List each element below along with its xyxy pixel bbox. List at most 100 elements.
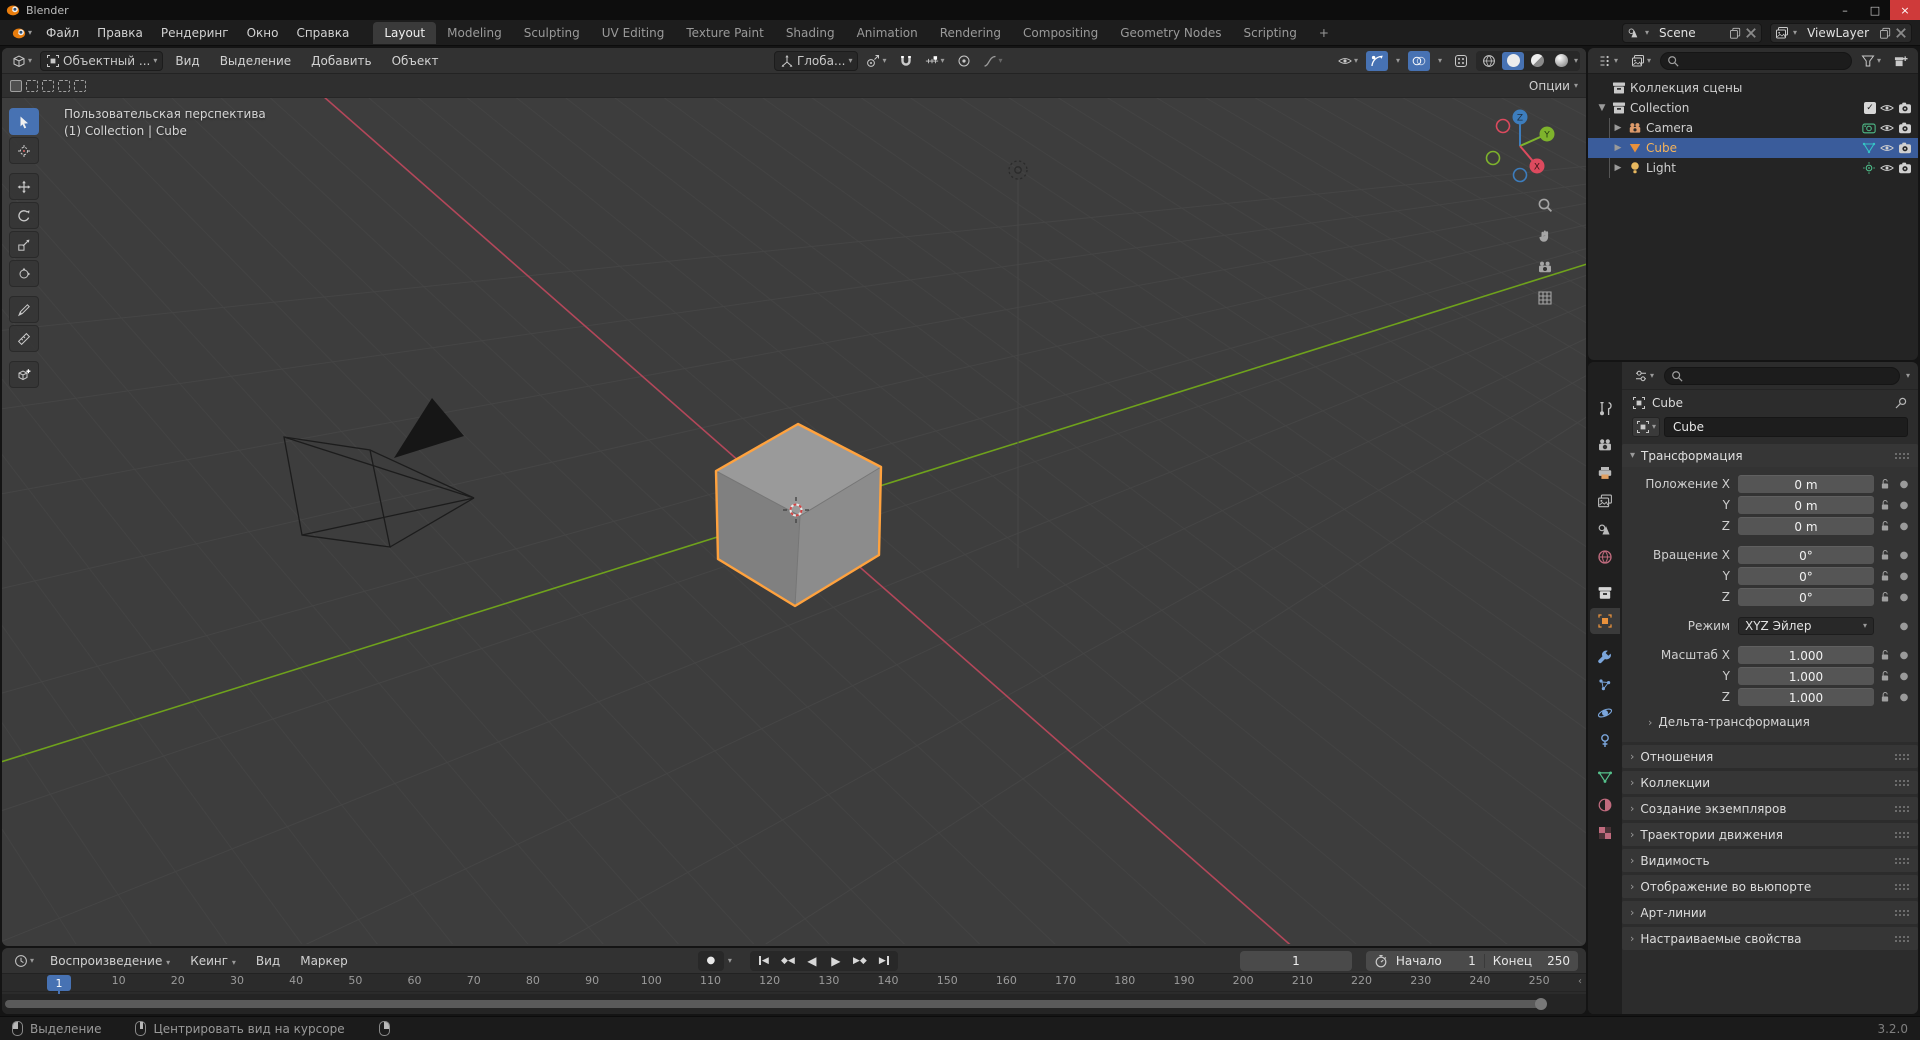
lock-icon[interactable] xyxy=(1879,691,1891,703)
menu-edit[interactable]: Правка xyxy=(89,23,151,43)
gizmo-x-neg-axis[interactable] xyxy=(1495,118,1511,134)
disable-render-icon[interactable] xyxy=(1898,141,1912,155)
location-x-field[interactable]: 0 m xyxy=(1738,475,1874,493)
section-collections[interactable]: › Коллекции xyxy=(1622,771,1918,794)
menu-view[interactable]: Вид xyxy=(167,51,207,71)
outliner-editor-type-button[interactable]: ▾ xyxy=(1594,51,1622,71)
tab-shading[interactable]: Shading xyxy=(775,22,846,44)
scale-y-field[interactable]: 1.000 xyxy=(1738,667,1874,685)
unlink-scene-icon[interactable] xyxy=(1745,27,1757,39)
tab-tool[interactable] xyxy=(1590,396,1620,422)
select-box-tool[interactable] xyxy=(9,108,39,135)
tab-texture[interactable] xyxy=(1590,820,1620,846)
show-overlays-toggle[interactable] xyxy=(1407,50,1430,71)
transform-tool[interactable] xyxy=(9,260,39,287)
camera-view-button[interactable] xyxy=(1534,256,1556,278)
properties-editor[interactable]: ▾ ▾ Cube ▾ Cube ▾ Трансформация Положени… xyxy=(1588,362,1918,1014)
drag-dots-icon[interactable] xyxy=(1894,856,1910,865)
section-relations[interactable]: › Отношения xyxy=(1622,745,1918,768)
row-scene-collection[interactable]: Коллекция сцены xyxy=(1588,78,1918,98)
menu-file[interactable]: Файл xyxy=(38,23,87,43)
navigation-gizmo[interactable]: Z Y X xyxy=(1478,102,1562,186)
menu-select[interactable]: Выделение xyxy=(212,51,299,71)
select-mode-intersect-button[interactable] xyxy=(74,79,86,92)
gizmo-z-neg-axis[interactable] xyxy=(1512,167,1528,183)
animate-dot[interactable]: ● xyxy=(1896,592,1912,603)
auto-keying-record-button[interactable]: ● xyxy=(697,950,724,971)
drag-dots-icon[interactable] xyxy=(1894,882,1910,891)
drag-dots-icon[interactable] xyxy=(1894,934,1910,943)
expand-arrow-icon[interactable]: ▶ xyxy=(1612,163,1624,173)
select-mode-extend-button[interactable] xyxy=(26,79,38,92)
animate-dot[interactable]: ● xyxy=(1896,621,1912,632)
lock-icon[interactable] xyxy=(1879,570,1891,582)
blender-menu-button[interactable]: ▾ xyxy=(8,23,36,43)
tab-modifiers[interactable] xyxy=(1590,644,1620,670)
tab-particles[interactable] xyxy=(1590,672,1620,698)
cursor-tool[interactable] xyxy=(9,137,39,164)
shading-solid-button[interactable] xyxy=(1502,51,1524,70)
timeline-view-menu[interactable]: Вид xyxy=(248,951,288,971)
animate-dot[interactable]: ● xyxy=(1896,671,1912,682)
pan-button[interactable] xyxy=(1534,225,1556,247)
hide-eye-icon[interactable] xyxy=(1880,121,1894,135)
next-keyframe-button[interactable]: ▶◆ xyxy=(849,952,871,969)
previous-keyframe-button[interactable]: ◆◀ xyxy=(777,952,799,969)
pin-icon[interactable] xyxy=(1894,396,1908,410)
move-tool[interactable] xyxy=(9,173,39,200)
timeline-ruler[interactable]: 10 20 30 40 50 60 70 80 90 100 110 120 130 140 150 160 1… xyxy=(2,974,1586,992)
start-frame-field[interactable]: 1 xyxy=(1450,954,1476,968)
rotate-tool[interactable] xyxy=(9,202,39,229)
tab-sculpting[interactable]: Sculpting xyxy=(513,22,591,44)
end-frame-field[interactable]: 250 xyxy=(1540,954,1570,968)
select-mode-subtract-button[interactable] xyxy=(42,79,54,92)
outliner-filter-button[interactable]: ▾ xyxy=(1857,51,1885,71)
drag-dots-icon[interactable] xyxy=(1894,830,1910,839)
menu-window[interactable]: Окно xyxy=(239,23,287,43)
add-workspace-button[interactable]: + xyxy=(1308,22,1340,44)
scale-x-field[interactable]: 1.000 xyxy=(1738,646,1874,664)
collection-checkbox[interactable]: ✓ xyxy=(1864,102,1876,114)
animate-dot[interactable]: ● xyxy=(1896,521,1912,532)
tab-constraints[interactable] xyxy=(1590,728,1620,754)
viewport-canvas[interactable]: Пользовательская перспектива (1) Collect… xyxy=(2,98,1586,946)
tab-material[interactable] xyxy=(1590,792,1620,818)
tab-world[interactable] xyxy=(1590,544,1620,570)
show-gizmo-toggle[interactable] xyxy=(1365,50,1388,71)
tab-render[interactable] xyxy=(1590,432,1620,458)
row-light[interactable]: ▶ Light xyxy=(1588,158,1918,178)
scale-z-field[interactable]: 1.000 xyxy=(1738,688,1874,706)
tab-physics[interactable] xyxy=(1590,700,1620,726)
drag-dots-icon[interactable] xyxy=(1894,908,1910,917)
hide-eye-icon[interactable] xyxy=(1880,141,1894,155)
section-visibility[interactable]: › Видимость xyxy=(1622,849,1918,872)
jump-to-end-button[interactable]: ▶ xyxy=(873,952,895,969)
zoom-button[interactable] xyxy=(1534,194,1556,216)
jump-to-start-button[interactable]: ◀ xyxy=(753,952,775,969)
pivot-point-selector[interactable]: ▾ xyxy=(862,51,890,71)
tab-scripting[interactable]: Scripting xyxy=(1232,22,1307,44)
section-instancing[interactable]: › Создание экземпляров xyxy=(1622,797,1918,820)
gizmo-y-neg-axis[interactable] xyxy=(1485,150,1501,166)
hide-eye-icon[interactable] xyxy=(1880,161,1894,175)
outliner-display-mode-button[interactable]: ▾ xyxy=(1627,51,1655,71)
shading-material-button[interactable] xyxy=(1526,52,1548,70)
properties-options-dropdown[interactable]: ▾ xyxy=(1906,371,1910,380)
tab-scene[interactable] xyxy=(1590,516,1620,542)
tab-layout[interactable]: Layout xyxy=(373,21,437,44)
disable-render-icon[interactable] xyxy=(1898,161,1912,175)
hide-eye-icon[interactable] xyxy=(1880,101,1894,115)
annotate-tool[interactable] xyxy=(9,296,39,323)
drag-dots-icon[interactable] xyxy=(1894,804,1910,813)
location-y-field[interactable]: 0 m xyxy=(1738,496,1874,514)
expand-arrow-icon[interactable]: ▶ xyxy=(1612,143,1624,153)
animate-dot[interactable]: ● xyxy=(1896,571,1912,582)
tab-compositing[interactable]: Compositing xyxy=(1012,22,1109,44)
lock-icon[interactable] xyxy=(1879,478,1891,490)
shading-rendered-button[interactable] xyxy=(1550,52,1572,70)
timeline-scrollbar-handle[interactable] xyxy=(1535,998,1547,1010)
scene-selector[interactable]: ▾ Scene xyxy=(1622,22,1763,43)
remove-view-layer-icon[interactable] xyxy=(1895,27,1907,39)
region-collapse-arrow[interactable]: ‹ xyxy=(1578,976,1582,987)
lock-icon[interactable] xyxy=(1879,520,1891,532)
